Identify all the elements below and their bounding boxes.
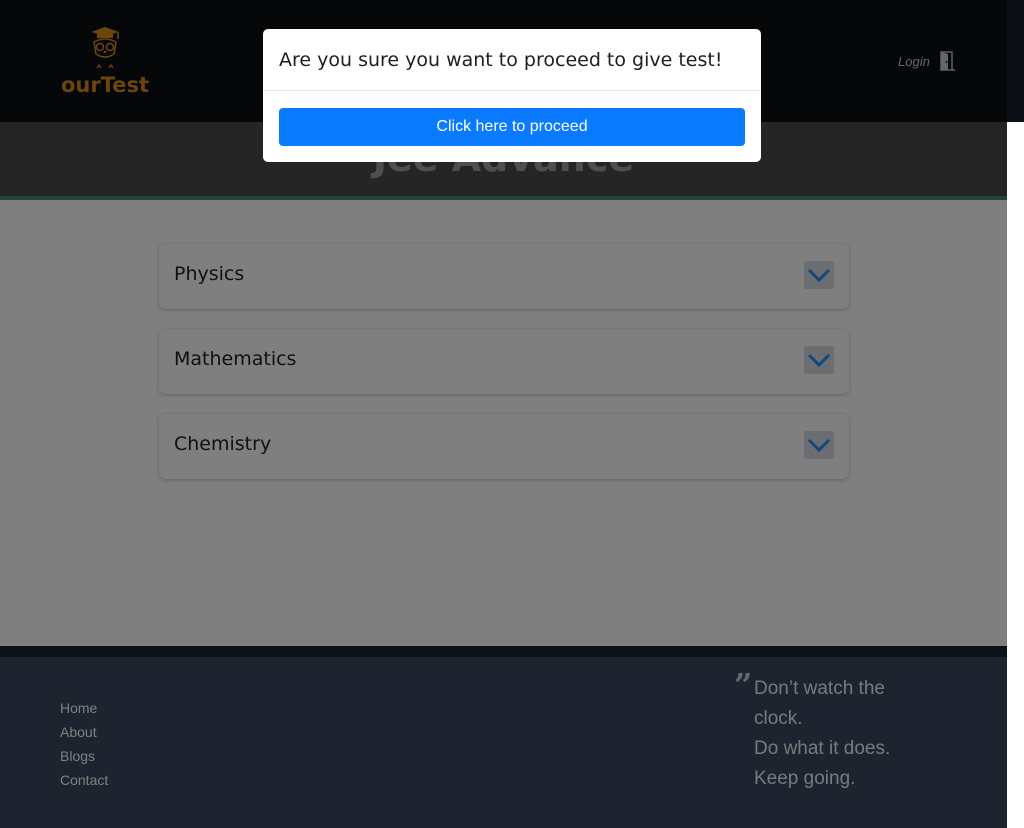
modal-header: Are you sure you want to proceed to give…: [263, 29, 761, 91]
modal-title: Are you sure you want to proceed to give…: [279, 49, 723, 71]
confirm-modal: Are you sure you want to proceed to give…: [263, 29, 761, 162]
proceed-button[interactable]: Click here to proceed: [279, 108, 745, 146]
